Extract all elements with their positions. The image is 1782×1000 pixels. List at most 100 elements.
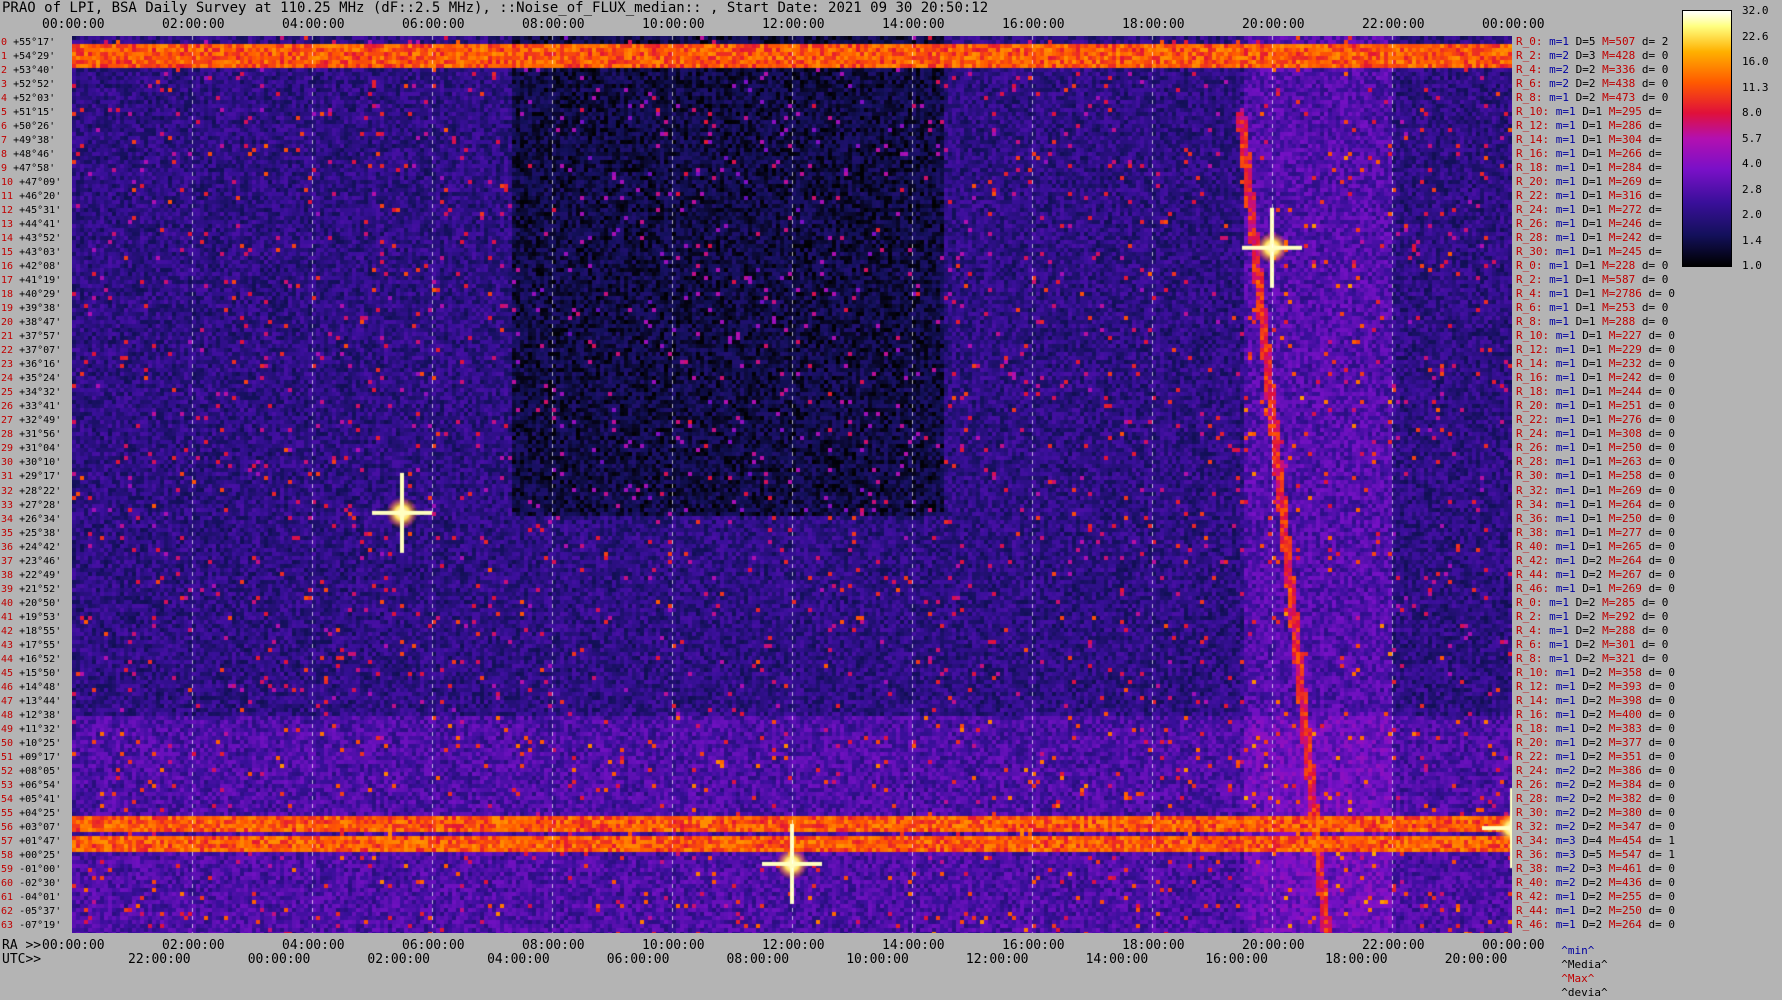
row-stat-dv: d= bbox=[1648, 189, 1662, 203]
row-stat: R_36: m=3 D=5 M=547 d= 1 bbox=[1516, 847, 1675, 861]
row-stat: R_0: m=1 D=5 M=507 d= 2 bbox=[1516, 36, 1668, 48]
row-index: 35 bbox=[1, 527, 14, 539]
row-stat-d: D=1 bbox=[1582, 217, 1603, 231]
row-stat: R_20: m=1 D=2 M=377 d= 0 bbox=[1516, 735, 1675, 749]
row-stat-d: D=2 bbox=[1582, 735, 1603, 749]
dec-row-label: 15 +43°03' bbox=[1, 247, 61, 258]
row-stat-dv: d= bbox=[1648, 217, 1662, 231]
row-index: 20 bbox=[1, 317, 14, 329]
row-stat-r: R_2: bbox=[1516, 273, 1543, 287]
row-stat-r: R_16: bbox=[1516, 707, 1550, 721]
row-index: 30 bbox=[1, 457, 14, 469]
row-stat-dv: d= 0 bbox=[1648, 693, 1676, 707]
row-stat-h: M=250 bbox=[1608, 511, 1642, 525]
row-stat-d: D=1 bbox=[1582, 133, 1603, 147]
row-stat: R_26: m=2 D=2 M=384 d= 0 bbox=[1516, 778, 1675, 791]
row-stat-d: D=1 bbox=[1582, 231, 1603, 245]
colorbar-tick: 32.0 bbox=[1742, 4, 1769, 17]
row-stat-m: m=1 bbox=[1555, 231, 1576, 245]
colorbar bbox=[1682, 10, 1732, 267]
row-stat-h: M=461 bbox=[1608, 861, 1642, 875]
row-declination: +10°25' bbox=[19, 737, 62, 749]
row-stat-r: R_32: bbox=[1516, 819, 1550, 833]
row-stat-h: M=351 bbox=[1608, 749, 1642, 763]
row-stat-dv: d= bbox=[1648, 147, 1662, 161]
row-stat-h: M=383 bbox=[1608, 721, 1642, 735]
row-stat-r: R_44: bbox=[1516, 903, 1550, 917]
row-stat-h: M=380 bbox=[1608, 805, 1642, 819]
dec-row-label: 13 +44°41' bbox=[1, 219, 61, 230]
row-stat-m: m=2 bbox=[1555, 875, 1576, 889]
row-stat-d: D=2 bbox=[1582, 875, 1603, 889]
row-index: 9 bbox=[1, 163, 8, 175]
row-stat-dv: d= 0 bbox=[1641, 623, 1669, 637]
row-stat-r: R_44: bbox=[1516, 567, 1550, 581]
row-stat-h: M=284 bbox=[1608, 161, 1642, 175]
row-stat-h: M=386 bbox=[1608, 763, 1642, 777]
row-stat-d: D=2 bbox=[1582, 707, 1603, 721]
row-declination: -02°30' bbox=[19, 877, 62, 889]
colorbar-tick: 5.7 bbox=[1742, 131, 1762, 145]
row-stat-d: D=2 bbox=[1575, 595, 1596, 609]
row-stat-dv: d= bbox=[1648, 175, 1662, 189]
row-stat-m: m=2 bbox=[1549, 77, 1569, 91]
row-stat-m: m=3 bbox=[1555, 833, 1576, 847]
row-stat-h: M=250 bbox=[1608, 903, 1642, 917]
row-stat-d: D=2 bbox=[1582, 679, 1603, 693]
row-stat-h: M=473 bbox=[1602, 91, 1636, 105]
row-stat-h: M=301 bbox=[1602, 637, 1636, 651]
row-stat-dv: d= 0 bbox=[1641, 259, 1669, 273]
row-index: 37 bbox=[1, 555, 14, 567]
row-stat: R_24: m=1 D=1 M=272 d= bbox=[1516, 204, 1662, 216]
row-stat-h: M=288 bbox=[1602, 623, 1636, 637]
row-declination: +04°25' bbox=[19, 807, 62, 819]
row-stat-d: D=1 bbox=[1582, 427, 1603, 441]
row-declination: +51°15' bbox=[13, 107, 56, 119]
row-stat-h: M=321 bbox=[1602, 651, 1636, 665]
row-stat-r: R_26: bbox=[1516, 441, 1550, 455]
row-stat-m: m=1 bbox=[1555, 721, 1576, 735]
row-declination: +44°41' bbox=[19, 219, 62, 231]
row-stat: R_2: m=2 D=3 M=428 d= 0 bbox=[1516, 50, 1668, 62]
row-stat-dv: d= 0 bbox=[1648, 679, 1676, 693]
dec-row-label: 33 +27°28' bbox=[1, 500, 61, 511]
row-stat-m: m=1 bbox=[1555, 105, 1576, 119]
row-stat: R_32: m=2 D=2 M=347 d= 0 bbox=[1516, 819, 1675, 833]
row-stat-dv: d= 0 bbox=[1641, 651, 1669, 665]
row-stat-d: D=1 bbox=[1575, 315, 1596, 329]
row-stat-h: M=227 bbox=[1608, 329, 1642, 343]
row-stat-dv: d= 0 bbox=[1641, 273, 1669, 287]
dec-row-label: 40 +20°50' bbox=[1, 598, 61, 609]
row-stat-r: R_36: bbox=[1516, 847, 1550, 861]
colorbar-tick: 1.0 bbox=[1742, 259, 1762, 272]
row-stat-d: D=5 bbox=[1575, 35, 1596, 48]
row-stat-m: m=1 bbox=[1555, 217, 1576, 231]
row-stat-h: M=292 bbox=[1602, 609, 1636, 623]
dec-row-label: 8 +48°46' bbox=[1, 149, 55, 160]
row-stat-r: R_20: bbox=[1516, 735, 1550, 749]
row-index: 53 bbox=[1, 779, 14, 791]
row-stat-m: m=2 bbox=[1555, 791, 1576, 805]
row-stat: R_46: m=1 D=1 M=269 d= 0 bbox=[1516, 582, 1675, 595]
row-stat-d: D=1 bbox=[1575, 301, 1596, 315]
row-stat-m: m=1 bbox=[1549, 609, 1569, 623]
row-stat-r: R_12: bbox=[1516, 119, 1550, 133]
utc-axis-label: UTC>> bbox=[2, 952, 42, 967]
row-index: 56 bbox=[1, 821, 14, 833]
row-stat-d: D=2 bbox=[1575, 91, 1596, 105]
row-stat-h: M=507 bbox=[1602, 35, 1636, 48]
row-stat-dv: d= 0 bbox=[1648, 749, 1676, 763]
utc-tick: 22:00:00 bbox=[128, 952, 191, 967]
row-stat-d: D=1 bbox=[1575, 273, 1596, 287]
row-index: 49 bbox=[1, 723, 14, 735]
row-stat-r: R_30: bbox=[1516, 805, 1550, 819]
row-declination: +34°32' bbox=[19, 387, 62, 399]
row-declination: -01°00' bbox=[19, 863, 62, 875]
row-stat-m: m=1 bbox=[1549, 595, 1569, 609]
row-stat-r: R_12: bbox=[1516, 343, 1550, 357]
row-stat: R_2: m=1 D=2 M=292 d= 0 bbox=[1516, 609, 1668, 623]
row-stat: R_2: m=1 D=1 M=587 d= 0 bbox=[1516, 274, 1668, 286]
row-stat: R_20: m=1 D=1 M=269 d= bbox=[1516, 176, 1662, 188]
row-stat-dv: d= 2 bbox=[1641, 35, 1669, 48]
row-stat-d: D=1 bbox=[1582, 343, 1603, 357]
